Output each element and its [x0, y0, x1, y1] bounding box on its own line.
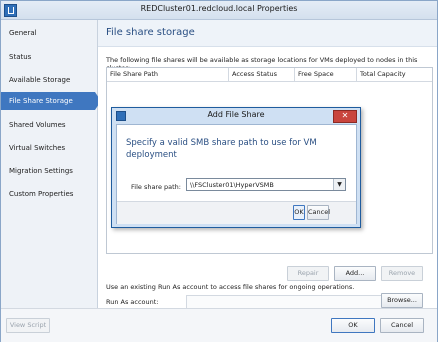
sidebar-item-available-storage[interactable]: Available Storage [1, 71, 95, 89]
sidebar-item-virtual-switches[interactable]: Virtual Switches [1, 139, 95, 157]
add-file-share-dialog: Add File Share ✕ Specify a valid SMB sha… [111, 107, 361, 228]
column-header-total-capacity[interactable]: Total Capacity [357, 68, 432, 81]
window-title: REDCluster01.redcloud.local Properties [140, 4, 298, 13]
window-titlebar[interactable]: REDCluster01.redcloud.local Properties [1, 1, 437, 20]
runas-account-field[interactable] [186, 295, 383, 309]
runas-label: Run As account: [106, 298, 159, 306]
view-script-button[interactable]: View Script [6, 318, 50, 333]
runas-description: Use an existing Run As account to access… [106, 283, 355, 291]
chevron-down-icon[interactable]: ▼ [333, 179, 345, 190]
dialog-title: Add File Share [207, 110, 265, 119]
sidebar-item-custom-properties[interactable]: Custom Properties [1, 185, 95, 203]
page-header: File share storage [98, 20, 437, 47]
sidebar-item-status[interactable]: Status [1, 48, 95, 66]
dialog-body: Specify a valid SMB share path to use fo… [116, 124, 357, 224]
file-share-path-value: \\FSCluster01\HyperVSMB [190, 181, 274, 189]
close-icon[interactable]: ✕ [333, 110, 357, 123]
file-share-path-label: File share path: [131, 183, 181, 191]
remove-button[interactable]: Remove [381, 266, 423, 281]
page-title: File share storage [106, 27, 195, 38]
table-header: File Share Path Access Status Free Space… [107, 68, 432, 82]
dialog-ok-button[interactable]: OK [293, 205, 305, 220]
sidebar-item-shared-volumes[interactable]: Shared Volumes [1, 116, 95, 134]
column-header-free-space[interactable]: Free Space [295, 68, 357, 81]
file-share-path-combobox[interactable]: \\FSCluster01\HyperVSMB ▼ [186, 178, 346, 191]
cancel-button[interactable]: Cancel [380, 318, 424, 333]
dialog-footer: OK Cancel [117, 201, 356, 224]
repair-button[interactable]: Repair [287, 266, 329, 281]
sidebar-item-general[interactable]: General [1, 24, 95, 42]
sidebar: General Status Available Storage File Sh… [1, 20, 101, 341]
column-header-file-share-path[interactable]: File Share Path [107, 68, 229, 81]
dialog-message: Specify a valid SMB share path to use fo… [126, 138, 317, 160]
dialog-cancel-button[interactable]: Cancel [307, 205, 330, 220]
add-button[interactable]: Add... [334, 266, 376, 281]
sidebar-item-migration-settings[interactable]: Migration Settings [1, 162, 95, 180]
ok-button[interactable]: OK [331, 318, 375, 333]
sidebar-item-file-share-storage[interactable]: File Share Storage [1, 92, 101, 110]
column-header-access-status[interactable]: Access Status [229, 68, 295, 81]
dialog-titlebar[interactable]: Add File Share ✕ [112, 108, 360, 123]
browse-button[interactable]: Browse... [381, 293, 423, 308]
window-footer: View Script OK Cancel [1, 308, 437, 342]
